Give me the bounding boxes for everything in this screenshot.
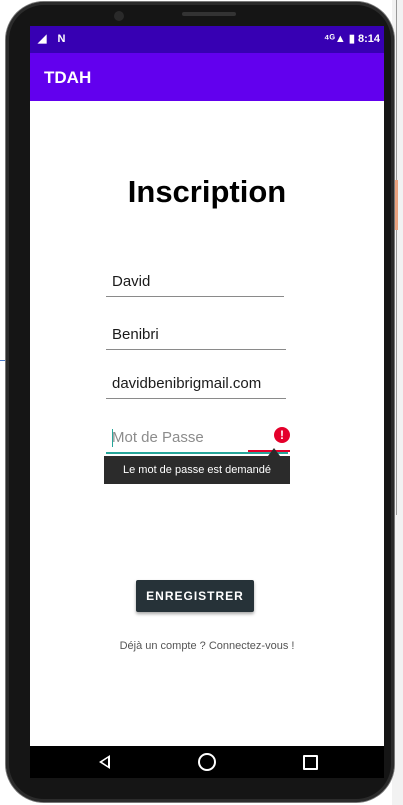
last-name-input[interactable]	[112, 321, 284, 347]
status-bar: ◢ N ⁴ᴳ▲ ▮ 8:14	[30, 26, 384, 53]
last-name-field[interactable]	[106, 321, 286, 350]
phone-screen: ◢ N ⁴ᴳ▲ ▮ 8:14 TDAH Inscription ! Le mot…	[30, 26, 384, 778]
background-divider	[396, 0, 397, 515]
status-left-icons: ◢ N	[38, 33, 70, 45]
navigation-bar	[30, 746, 384, 778]
password-error-tooltip: Le mot de passe est demandé	[104, 456, 290, 484]
password-input[interactable]	[112, 424, 284, 450]
first-name-field[interactable]	[106, 268, 284, 297]
register-button[interactable]: ENREGISTRER	[136, 580, 254, 612]
back-icon[interactable]	[74, 746, 134, 778]
app-bar: TDAH	[30, 53, 384, 101]
error-icon: !	[274, 427, 290, 443]
front-camera	[114, 11, 124, 21]
speaker-slot	[182, 12, 236, 16]
recent-apps-icon[interactable]	[280, 746, 340, 778]
login-link[interactable]: Déjà un compte ? Connectez-vous !	[30, 640, 384, 652]
tooltip-arrow	[268, 448, 280, 456]
home-icon[interactable]	[177, 746, 237, 778]
status-right-info: ⁴ᴳ▲ ▮ 8:14	[323, 33, 380, 45]
phone-frame: ◢ N ⁴ᴳ▲ ▮ 8:14 TDAH Inscription ! Le mot…	[6, 2, 394, 802]
app-title: TDAH	[44, 68, 92, 87]
page-title: Inscription	[127, 174, 287, 209]
first-name-input[interactable]	[112, 268, 284, 294]
email-input[interactable]	[112, 370, 284, 396]
email-field[interactable]	[106, 370, 286, 399]
